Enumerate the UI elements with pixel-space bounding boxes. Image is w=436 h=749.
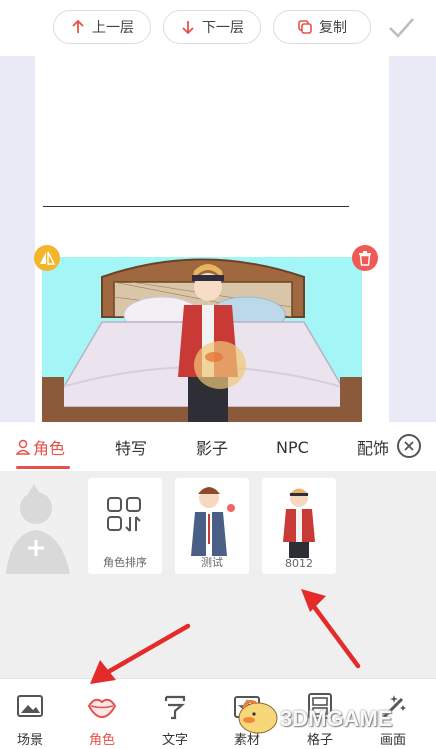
layer-down-button[interactable]: 下一层 <box>163 10 261 44</box>
tab-shadow[interactable]: 影子 <box>196 422 228 472</box>
copy-icon <box>298 20 312 34</box>
asset-label: 测试 <box>201 556 223 569</box>
tab-label: 角色 <box>33 439 66 458</box>
layer-up-label: 上一层 <box>92 20 134 36</box>
annotation-arrow <box>301 589 361 669</box>
watermark: 3DMGAME <box>232 690 436 749</box>
add-character-card[interactable] <box>0 478 74 574</box>
comic-page <box>35 56 389 422</box>
arrow-down-icon <box>182 21 194 35</box>
nav-label: 场景 <box>16 733 43 748</box>
add-character-silhouette-icon <box>6 484 70 574</box>
character-card-test[interactable]: 测试 <box>175 478 249 574</box>
trash-icon[interactable] <box>352 245 378 271</box>
layer-up-button[interactable]: 上一层 <box>53 10 151 44</box>
top-toolbar: 上一层 下一层 复制 <box>0 0 436 56</box>
tab-closeup[interactable]: 特写 <box>115 422 147 472</box>
text-icon <box>164 695 186 720</box>
editor-canvas[interactable] <box>0 56 436 422</box>
asset-grid: 角色排序 测试 8012 <box>0 472 436 678</box>
nav-label: 角色 <box>88 733 115 748</box>
tab-character[interactable]: 角色 <box>16 422 65 472</box>
nav-label: 文字 <box>161 733 188 748</box>
category-tabs: 角色 特写 影子 NPC 配饰 <box>0 422 436 472</box>
tab-label: 影子 <box>196 439 229 458</box>
layer-down-label: 下一层 <box>202 20 244 36</box>
duck-mascot-icon <box>238 699 278 734</box>
selected-scene-panel[interactable] <box>42 257 362 422</box>
tab-label: 特写 <box>115 439 148 458</box>
checkmark-icon[interactable] <box>386 14 416 42</box>
copy-label: 复制 <box>319 20 347 36</box>
sort-grid-icon <box>107 497 141 532</box>
watermark-text: 3DMGAME <box>280 706 393 731</box>
nav-scene[interactable]: 场景 <box>0 679 60 749</box>
person-icon <box>16 439 30 455</box>
character-thumbnail <box>283 488 315 558</box>
tab-label: NPC <box>276 437 309 457</box>
tab-label: 配饰 <box>357 439 389 458</box>
character-thumbnail <box>191 487 235 556</box>
character-card-8012[interactable]: 8012 <box>262 478 336 574</box>
close-icon[interactable] <box>397 434 421 458</box>
character-sort-card[interactable]: 角色排序 <box>88 478 162 574</box>
tab-npc[interactable]: NPC <box>276 422 309 472</box>
arrow-up-icon <box>72 19 84 33</box>
active-tab-indicator <box>16 466 70 469</box>
tab-accessories[interactable]: 配饰 <box>357 422 389 472</box>
image-icon <box>17 695 43 717</box>
asset-label: 8012 <box>285 557 313 570</box>
asset-label: 角色排序 <box>103 556 147 569</box>
copy-button[interactable]: 复制 <box>273 10 371 44</box>
lips-icon <box>87 698 117 719</box>
flip-handle-icon[interactable] <box>34 245 60 271</box>
bedroom-scene-illustration <box>42 258 362 422</box>
annotation-arrow <box>90 623 191 684</box>
panel-divider-line <box>43 206 349 207</box>
